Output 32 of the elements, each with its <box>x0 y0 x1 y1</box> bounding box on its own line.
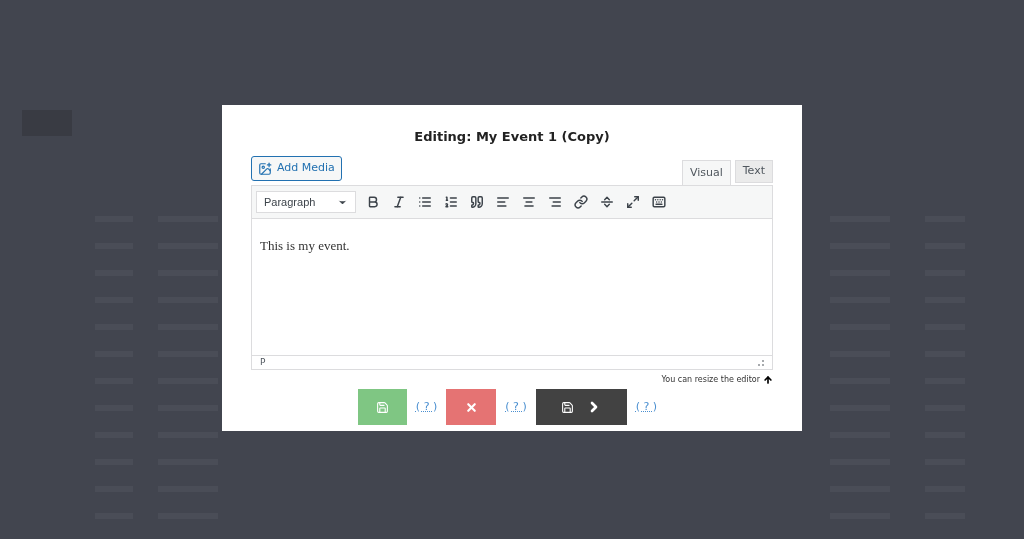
close-icon <box>464 400 478 414</box>
align-right-icon <box>548 195 562 209</box>
element-path: P <box>260 355 266 369</box>
link-icon <box>574 195 588 209</box>
help-link[interactable]: ( ? ) <box>505 398 527 416</box>
bulleted-list-icon <box>418 195 432 209</box>
help-link[interactable]: ( ? ) <box>635 398 658 416</box>
editor-tab[interactable]: Visual <box>681 160 731 185</box>
dialog-title: Editing: My Event 1 (Copy) <box>414 128 610 145</box>
separator-icon <box>600 195 614 209</box>
format-select[interactable]: Paragraph <box>256 191 356 213</box>
fullscreen-icon <box>626 195 640 209</box>
media-icon <box>258 161 272 176</box>
arrow-up-icon <box>763 375 773 385</box>
resize-note: You can resize the editor <box>661 374 760 386</box>
editor-tab[interactable]: Text <box>734 160 773 183</box>
keyboard-icon <box>652 195 666 209</box>
save-and-next-button[interactable] <box>535 389 627 425</box>
save-icon <box>560 400 574 414</box>
link-button[interactable] <box>572 192 590 212</box>
italic-icon <box>392 195 406 209</box>
cancel-button[interactable] <box>446 389 497 425</box>
resize-handle-icon[interactable] <box>758 359 764 366</box>
save-icon <box>375 400 389 414</box>
help-link[interactable]: ( ? ) <box>415 398 438 416</box>
bold-icon <box>366 195 380 209</box>
align-center-icon <box>522 195 536 209</box>
align-left-icon <box>496 195 510 209</box>
quote-icon <box>470 195 484 209</box>
numbered-list-icon <box>444 195 458 209</box>
content-text: This is my event. <box>260 238 350 253</box>
add-media-button[interactable]: Add Media <box>251 156 342 181</box>
